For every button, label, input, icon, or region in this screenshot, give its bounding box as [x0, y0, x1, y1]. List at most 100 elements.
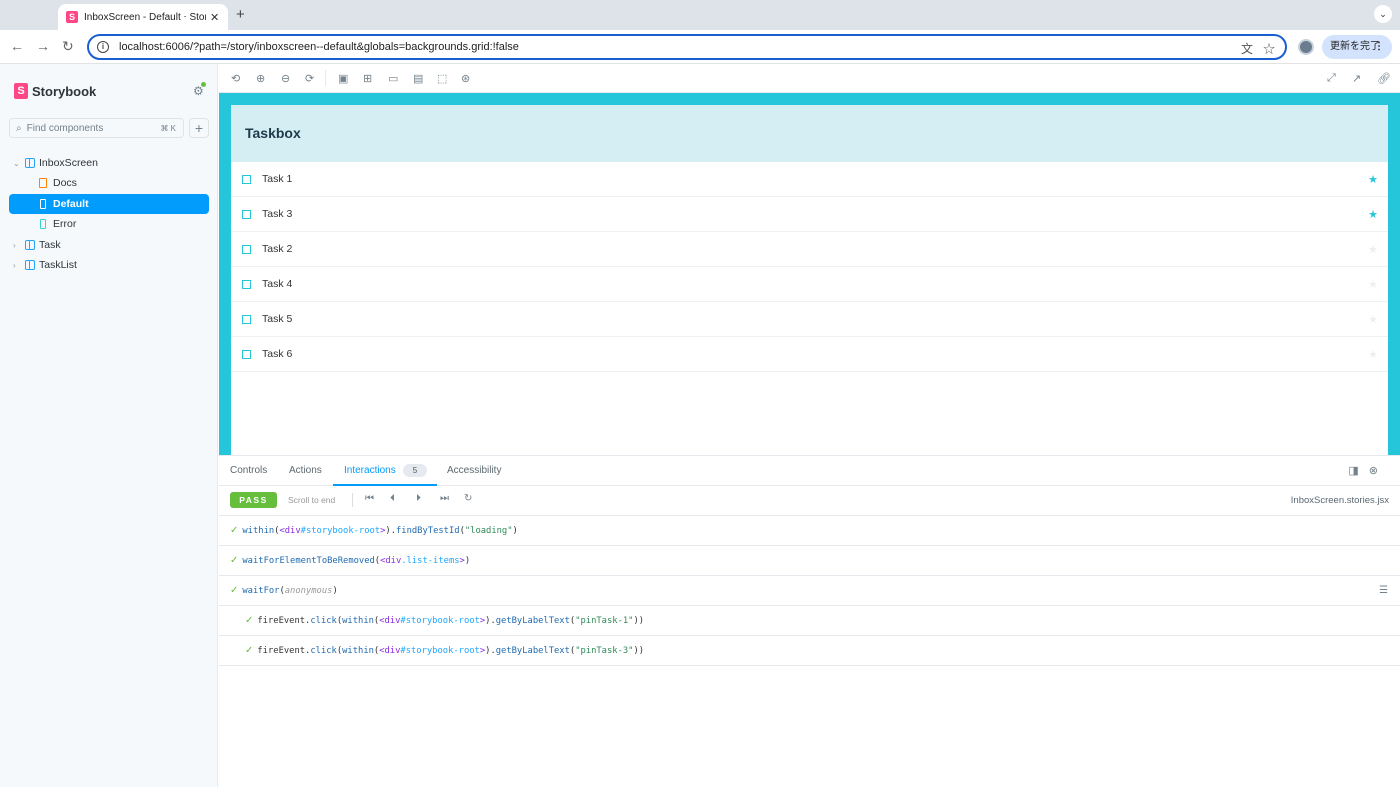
close-panel-icon[interactable]: ⊗ [1369, 465, 1388, 477]
sidebar-item-task[interactable]: › Task [9, 235, 209, 255]
pin-star-icon[interactable]: ★ [1368, 278, 1378, 291]
task-title[interactable]: Task 6 [262, 348, 292, 360]
task-checkbox[interactable] [242, 314, 251, 324]
go-to-start-icon[interactable]: ⏮ [365, 493, 374, 504]
tab-search-chevron-icon[interactable]: ⌄ [1374, 5, 1392, 23]
sidebar: S Storybook ⚙ ⌕ Find components ⌘ K + ⌄ … [0, 64, 218, 787]
code-token: waitFor [242, 585, 280, 596]
create-story-button[interactable]: + [189, 118, 209, 138]
code-token: fireEvent. [257, 615, 311, 626]
fullscreen-icon[interactable]: ⤢ [1327, 72, 1336, 85]
interactions-count-badge: 5 [403, 464, 427, 477]
tab-actions[interactable]: Actions [289, 465, 322, 476]
open-new-tab-icon[interactable]: ↗ [1352, 72, 1361, 85]
url-text[interactable]: localhost:6006/?path=/story/inboxscreen-… [119, 41, 519, 53]
interaction-step[interactable]: ✓ within(<div #storybook-root >). findByTest… [219, 516, 1400, 546]
zoom-reset-icon[interactable]: ⟳ [305, 72, 314, 85]
list-toggle-icon[interactable]: ☰ [1379, 585, 1388, 596]
search-icon: ⌕ [16, 122, 22, 134]
task-row: Task 3 ★ [231, 197, 1388, 232]
grid-icon[interactable]: ⊞ [363, 72, 372, 85]
panel-orientation-icon[interactable]: ◨ [1348, 465, 1368, 477]
forward-icon[interactable]: → [36, 38, 50, 54]
address-bar[interactable]: i localhost:6006/?path=/story/inboxscree… [87, 34, 1287, 60]
accessibility-icon[interactable]: ⊛ [461, 72, 470, 85]
sidebar-item-default[interactable]: Default [9, 194, 209, 214]
copy-link-icon[interactable]: 🔗︎ [1377, 72, 1391, 85]
settings-icon[interactable]: ⚙ [193, 82, 206, 98]
storybook-logo[interactable]: S Storybook [14, 83, 96, 99]
interaction-step[interactable]: ✓ fireEvent. click(within(<div #storybook-r… [219, 636, 1400, 666]
code-token: .list-items [401, 555, 460, 566]
update-button[interactable]: 更新を完了 ⋮ [1322, 35, 1392, 59]
sidebar-item-docs[interactable]: Docs [9, 173, 209, 193]
pin-star-icon[interactable]: ★ [1368, 208, 1378, 221]
step-back-icon[interactable]: ⏴ [390, 493, 395, 504]
task-checkbox[interactable] [242, 209, 251, 219]
logo-text: Storybook [32, 83, 97, 99]
chevron-right-icon: › [13, 240, 16, 250]
page-title: Taskbox [245, 125, 301, 141]
task-checkbox[interactable] [242, 349, 251, 359]
code-token: within [342, 615, 374, 626]
sidebar-item-inboxscreen[interactable]: ⌄ InboxScreen [9, 153, 209, 173]
measure-icon[interactable]: ▤ [413, 72, 423, 85]
task-title[interactable]: Task 3 [262, 208, 292, 220]
taskbox-app: Taskbox Task 1 ★ Task 3 ★ Task 2 ★ Task 4 ★ Task… [231, 105, 1388, 455]
sidebar-item-error[interactable]: Error [9, 214, 209, 234]
task-checkbox[interactable] [242, 244, 251, 254]
task-title[interactable]: Task 1 [262, 173, 292, 185]
browser-tab[interactable]: S InboxScreen - Default ⋅ Storybook ✕ [58, 4, 228, 30]
menu-kebab-icon[interactable]: ⋮ [1374, 35, 1384, 59]
bookmark-star-icon[interactable]: ☆ [1263, 42, 1275, 56]
code-token: #storybook-root [300, 525, 381, 536]
tab-close-icon[interactable]: ✕ [210, 11, 219, 24]
tab-title: InboxScreen - Default ⋅ Storybook [84, 11, 206, 23]
remount-icon[interactable]: ⟲ [231, 72, 240, 85]
rerun-icon[interactable]: ↻ [464, 493, 472, 504]
sidebar-item-label: Default [53, 198, 89, 210]
interaction-step[interactable]: ✓ waitFor(anonymous) ☰ [219, 576, 1400, 606]
interaction-step[interactable]: ✓ fireEvent. click(within(<div #storybook-r… [219, 606, 1400, 636]
translate-icon[interactable]: 文 [1241, 42, 1253, 56]
background-icon[interactable]: ▣ [338, 72, 348, 85]
browser-toolbar: ← → ↻ i localhost:6006/?path=/story/inbo… [0, 30, 1400, 64]
go-to-end-icon[interactable]: ⏭ [440, 493, 449, 504]
pin-star-icon[interactable]: ★ [1368, 173, 1378, 186]
viewport-icon[interactable]: ▭ [388, 72, 398, 85]
task-checkbox[interactable] [242, 279, 251, 289]
step-forward-icon[interactable]: ⏵ [416, 493, 421, 504]
addon-panel: Controls Actions Interactions 5 Accessib… [219, 455, 1400, 787]
code-token: <div [379, 645, 401, 656]
back-icon[interactable]: ← [10, 38, 24, 54]
code-token: #storybook-root [400, 645, 480, 656]
task-checkbox[interactable] [242, 174, 251, 184]
task-title[interactable]: Task 5 [262, 313, 292, 325]
scroll-to-end-button[interactable]: Scroll to end [288, 495, 335, 505]
pin-star-icon[interactable]: ★ [1368, 243, 1378, 256]
zoom-in-icon[interactable]: ⊕ [256, 72, 265, 85]
sidebar-item-tasklist[interactable]: › TaskList [9, 255, 209, 275]
story-file-name[interactable]: InboxScreen.stories.jsx [1291, 495, 1389, 506]
outline-icon[interactable]: ⬚ [437, 72, 447, 85]
new-tab-button[interactable]: + [236, 6, 245, 23]
profile-avatar[interactable] [1298, 39, 1314, 55]
zoom-out-icon[interactable]: ⊖ [281, 72, 290, 85]
interaction-step[interactable]: ✓ waitForElementToBeRemoved(<div .list-ite… [219, 546, 1400, 576]
task-title[interactable]: Task 4 [262, 278, 292, 290]
tab-accessibility[interactable]: Accessibility [447, 465, 501, 476]
bookmark-icon [40, 219, 46, 229]
check-icon: ✓ [230, 525, 239, 536]
reload-icon[interactable]: ↻ [62, 38, 74, 55]
pin-star-icon[interactable]: ★ [1368, 313, 1378, 326]
tab-interactions[interactable]: Interactions [344, 465, 396, 476]
code-token: ) [332, 585, 338, 596]
task-title[interactable]: Task 2 [262, 243, 292, 255]
info-icon[interactable]: i [97, 41, 109, 53]
pin-star-icon[interactable]: ★ [1368, 348, 1378, 361]
storybook-favicon-icon: S [66, 11, 78, 23]
task-row: Task 1 ★ [231, 162, 1388, 197]
toolbar-divider [325, 70, 326, 86]
tab-controls[interactable]: Controls [230, 465, 267, 476]
search-input[interactable]: ⌕ Find components ⌘ K [9, 118, 184, 138]
